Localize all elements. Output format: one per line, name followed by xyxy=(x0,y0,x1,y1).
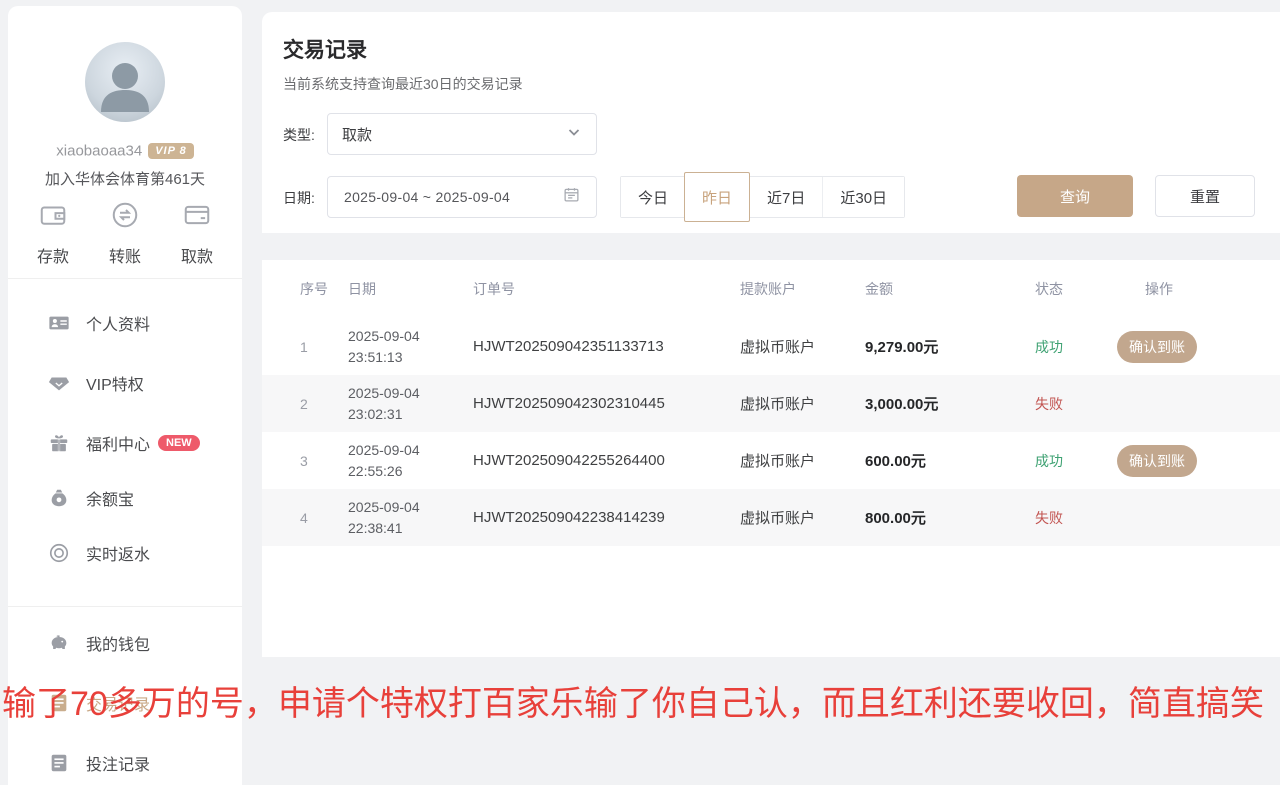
calendar-icon xyxy=(563,186,580,208)
sidebar-item-label: 福利中心 xyxy=(86,431,150,455)
header-order: 订单号 xyxy=(473,279,740,299)
range-yesterday-button[interactable]: 昨日 xyxy=(684,172,750,222)
transactions-table: 序号 日期 订单号 提款账户 金额 状态 操作 1 2025-09-04 23:… xyxy=(262,260,1280,657)
header-date: 日期 xyxy=(348,279,473,299)
row-no: 1 xyxy=(300,339,348,355)
username: xiaobaoaa34 xyxy=(56,142,142,159)
reset-button[interactable]: 重置 xyxy=(1155,175,1255,217)
table-header-row: 序号 日期 订单号 提款账户 金额 状态 操作 xyxy=(262,260,1280,318)
gift-icon xyxy=(48,432,70,454)
sidebar-item-rebate[interactable]: 实时返水 xyxy=(8,536,242,570)
deposit-label: 存款 xyxy=(22,243,84,267)
table-row: 2 2025-09-04 23:02:31 HJWT20250904230231… xyxy=(262,375,1280,432)
row-date: 2025-09-04 23:51:13 xyxy=(348,326,473,367)
sidebar-divider xyxy=(8,606,242,607)
sidebar-item-label: 实时返水 xyxy=(86,541,150,565)
confirm-received-button[interactable]: 确认到账 xyxy=(1117,331,1197,363)
chevron-down-icon xyxy=(566,124,582,145)
sidebar-item-profile[interactable]: 个人资料 xyxy=(8,306,242,340)
date-label: 日期: xyxy=(283,188,315,208)
sidebar-item-vip[interactable]: VIP特权 xyxy=(8,366,242,400)
overlay-complaint-text: 输了70多万的号，申请个特权打百家乐输了你自己认，而且红利还要收回，简直搞笑 xyxy=(2,676,1280,725)
avatar-placeholder-icon xyxy=(95,54,155,114)
row-date: 2025-09-04 22:38:41 xyxy=(348,497,473,538)
type-select-value: 取款 xyxy=(342,124,566,145)
row-no: 4 xyxy=(300,510,348,526)
date-range-input[interactable]: 2025-09-04 ~ 2025-09-04 xyxy=(327,176,597,218)
row-order-no: HJWT202509042302310445 xyxy=(473,395,740,412)
sidebar-item-label: VIP特权 xyxy=(86,371,144,395)
id-card-icon xyxy=(48,312,70,334)
withdraw-label: 取款 xyxy=(166,243,228,267)
vip-gem-icon xyxy=(48,372,70,394)
rebate-icon xyxy=(48,542,70,564)
quick-actions: 存款 转账 取款 xyxy=(22,200,228,267)
vip-badge: VIP 8 xyxy=(148,143,194,159)
withdraw-card-icon xyxy=(182,200,212,232)
join-days-text: 加入华体会体育第461天 xyxy=(8,168,242,189)
row-amount: 800.00元 xyxy=(865,507,1035,528)
bet-record-icon xyxy=(48,752,70,774)
sidebar-item-wallet[interactable]: 我的钱包 xyxy=(8,626,242,660)
row-date: 2025-09-04 23:02:31 xyxy=(348,383,473,424)
table-row: 1 2025-09-04 23:51:13 HJWT20250904235113… xyxy=(262,318,1280,375)
new-badge: NEW xyxy=(158,435,200,451)
header-no: 序号 xyxy=(300,279,348,299)
withdraw-button[interactable]: 取款 xyxy=(166,200,228,267)
table-row: 4 2025-09-04 22:38:41 HJWT20250904223841… xyxy=(262,489,1280,546)
header-account: 提款账户 xyxy=(740,279,865,299)
sidebar-item-label: 个人资料 xyxy=(86,311,150,335)
header-action: 操作 xyxy=(1145,279,1280,299)
row-account: 虚拟币账户 xyxy=(740,450,865,471)
header-status: 状态 xyxy=(1035,279,1145,299)
row-account: 虚拟币账户 xyxy=(740,336,865,357)
row-amount: 9,279.00元 xyxy=(865,336,1035,357)
table-row: 3 2025-09-04 22:55:26 HJWT20250904225526… xyxy=(262,432,1280,489)
query-button[interactable]: 查询 xyxy=(1017,175,1133,217)
sidebar: xiaobaoaa34 VIP 8 加入华体会体育第461天 存款 转账 xyxy=(8,6,242,785)
sidebar-item-label: 余额宝 xyxy=(86,486,134,510)
transfer-label: 转账 xyxy=(94,243,156,267)
transfer-icon xyxy=(110,200,140,232)
row-amount: 600.00元 xyxy=(865,450,1035,471)
row-amount: 3,000.00元 xyxy=(865,393,1035,414)
money-bag-icon xyxy=(48,487,70,509)
confirm-received-button[interactable]: 确认到账 xyxy=(1117,445,1197,477)
user-avatar[interactable] xyxy=(85,42,165,122)
sidebar-divider xyxy=(8,278,242,279)
range-30days-button[interactable]: 近30日 xyxy=(822,177,904,217)
row-account: 虚拟币账户 xyxy=(740,507,865,528)
sidebar-item-label: 我的钱包 xyxy=(86,631,150,655)
row-date: 2025-09-04 22:55:26 xyxy=(348,440,473,481)
sidebar-item-bets[interactable]: 投注记录 xyxy=(8,746,242,780)
page-subtitle: 当前系统支持查询最近30日的交易记录 xyxy=(283,74,523,94)
deposit-button[interactable]: 存款 xyxy=(22,200,84,267)
date-quick-range-group: 今日 昨日 近7日 近30日 xyxy=(620,176,905,218)
row-status: 失败 xyxy=(1035,394,1145,414)
row-order-no: HJWT202509042255264400 xyxy=(473,452,740,469)
row-no: 3 xyxy=(300,453,348,469)
deposit-wallet-icon xyxy=(38,200,68,232)
row-account: 虚拟币账户 xyxy=(740,393,865,414)
range-7days-button[interactable]: 近7日 xyxy=(749,177,822,217)
piggy-bank-icon xyxy=(48,632,70,654)
row-no: 2 xyxy=(300,396,348,412)
row-order-no: HJWT202509042238414239 xyxy=(473,509,740,526)
header-amount: 金额 xyxy=(865,279,1035,299)
transfer-button[interactable]: 转账 xyxy=(94,200,156,267)
date-range-value: 2025-09-04 ~ 2025-09-04 xyxy=(344,189,563,205)
row-order-no: HJWT202509042351133713 xyxy=(473,338,740,355)
page-title: 交易记录 xyxy=(283,34,367,64)
sidebar-item-label: 投注记录 xyxy=(86,751,150,775)
range-today-button[interactable]: 今日 xyxy=(621,177,685,217)
filter-card: 交易记录 当前系统支持查询最近30日的交易记录 类型: 取款 日期: 2025-… xyxy=(262,12,1280,233)
type-label: 类型: xyxy=(283,125,315,145)
type-select[interactable]: 取款 xyxy=(327,113,597,155)
sidebar-item-welfare[interactable]: 福利中心 NEW xyxy=(8,426,242,460)
row-status: 失败 xyxy=(1035,508,1145,528)
sidebar-item-yuebao[interactable]: 余额宝 xyxy=(8,481,242,515)
